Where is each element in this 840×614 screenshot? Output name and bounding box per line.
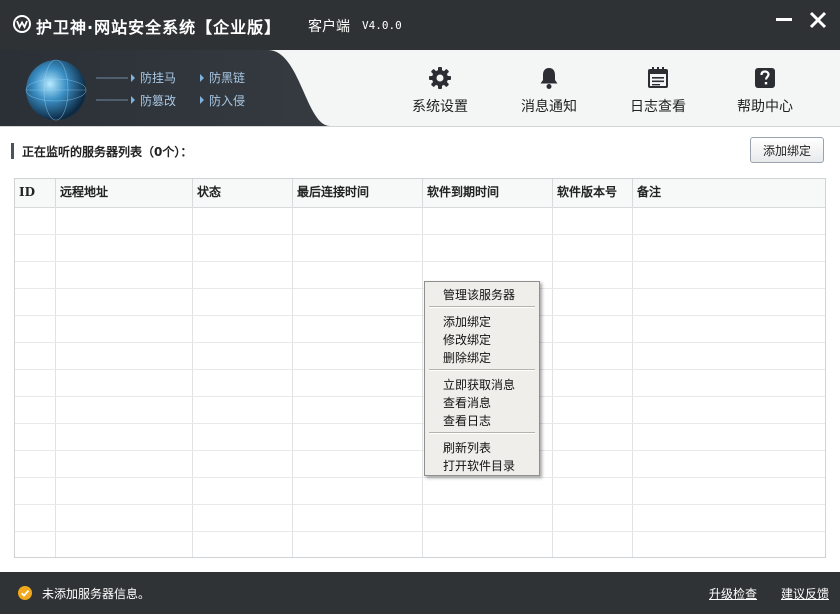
section-marker [11, 143, 14, 159]
log-viewer-button[interactable]: 日志查看 [613, 50, 703, 126]
close-icon[interactable] [804, 6, 832, 34]
menu-item-view-messages[interactable]: 查看消息 [443, 394, 491, 411]
add-binding-button[interactable]: 添加绑定 [750, 137, 824, 163]
status-bar: 未添加服务器信息。 升级检查 建议反馈 [0, 572, 840, 614]
row-divider [15, 477, 825, 478]
menu-separator [429, 432, 535, 434]
feedback-link[interactable]: 建议反馈 [781, 585, 829, 602]
menu-item-open-directory[interactable]: 打开软件目录 [443, 457, 515, 474]
menu-item-add-binding[interactable]: 添加绑定 [443, 313, 491, 330]
server-list-title: 正在监听的服务器列表（0个）： [22, 145, 193, 159]
message-notification-label: 消息通知 [521, 99, 577, 115]
row-divider [15, 369, 825, 370]
status-message: 未添加服务器信息。 [42, 587, 151, 601]
help-icon [755, 68, 775, 88]
server-list-table[interactable]: ID 远程地址 状态 最后连接时间 软件到期时间 软件版本号 备注 [14, 178, 826, 558]
feature-anti-blacklink: 防黑链 [209, 71, 246, 85]
menu-item-manage-server[interactable]: 管理该服务器 [443, 286, 515, 303]
help-center-button[interactable]: 帮助中心 [720, 50, 810, 126]
menu-item-fetch-messages[interactable]: 立即获取消息 [443, 376, 515, 393]
row-divider [15, 342, 825, 343]
system-settings-button[interactable]: 系统设置 [395, 50, 485, 126]
column-remarks[interactable]: 备注 [632, 179, 825, 207]
column-id[interactable]: ID [15, 179, 55, 207]
row-divider [15, 396, 825, 397]
menu-separator [429, 369, 535, 371]
menu-item-view-logs[interactable]: 查看日志 [443, 412, 491, 429]
context-menu: 管理该服务器 添加绑定 修改绑定 删除绑定 立即获取消息 查看消息 查看日志 刷… [424, 281, 540, 476]
table-header: ID 远程地址 状态 最后连接时间 软件到期时间 软件版本号 备注 [15, 179, 825, 208]
check-circle-icon [18, 586, 32, 600]
upgrade-check-link[interactable]: 升级检查 [709, 585, 757, 602]
version-label: V4.0.0 [362, 19, 402, 32]
bell-icon [540, 68, 558, 89]
window-subtitle: 客户端 [308, 19, 350, 35]
row-divider [15, 234, 825, 235]
row-divider [15, 531, 825, 532]
window-title: 护卫神·网站安全系统【企业版】 [36, 18, 282, 37]
row-divider [15, 288, 825, 289]
title-bar[interactable]: 护卫神·网站安全系统【企业版】 客户端 V4.0.0 [0, 0, 840, 50]
banner-graphic [0, 50, 330, 126]
gear-icon [429, 67, 451, 89]
menu-separator [429, 306, 535, 308]
feature-anti-intrusion: 防入侵 [209, 94, 246, 108]
feature-anti-trojan: 防挂马 [140, 71, 177, 85]
feature-anti-tamper: 防篡改 [140, 94, 177, 108]
minimize-icon[interactable] [770, 6, 798, 34]
calendar-log-icon [648, 67, 668, 88]
row-divider [15, 315, 825, 316]
column-version[interactable]: 软件版本号 [552, 179, 632, 207]
header-toolbar: 防挂马 防黑链 防篡改 防入侵 系统设置 消息通知 日志查看 帮助中心 [0, 50, 840, 127]
row-divider [15, 261, 825, 262]
log-viewer-label: 日志查看 [630, 99, 686, 115]
column-status[interactable]: 状态 [192, 179, 292, 207]
column-expiry-time[interactable]: 软件到期时间 [422, 179, 552, 207]
menu-item-edit-binding[interactable]: 修改绑定 [443, 331, 491, 348]
message-notification-button[interactable]: 消息通知 [504, 50, 594, 126]
system-settings-label: 系统设置 [412, 99, 468, 115]
menu-item-delete-binding[interactable]: 删除绑定 [443, 349, 491, 366]
help-center-label: 帮助中心 [737, 99, 793, 115]
menu-item-refresh-list[interactable]: 刷新列表 [443, 439, 491, 456]
shield-logo-icon [13, 15, 31, 33]
row-divider [15, 504, 825, 505]
column-remote-address[interactable]: 远程地址 [55, 179, 192, 207]
row-divider [15, 450, 825, 451]
column-last-connect-time[interactable]: 最后连接时间 [292, 179, 422, 207]
row-divider [15, 423, 825, 424]
